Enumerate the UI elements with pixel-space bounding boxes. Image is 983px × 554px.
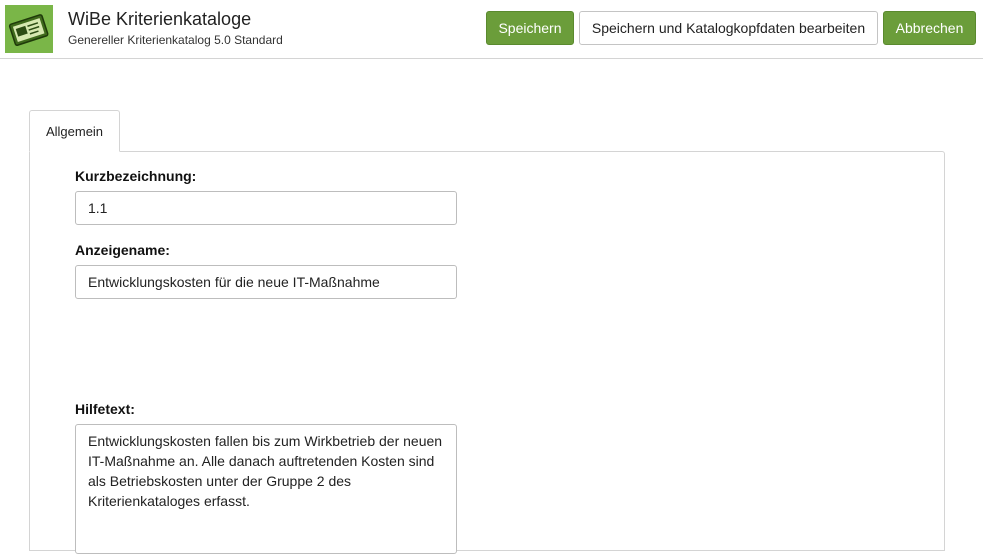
short-name-label: Kurzbezeichnung: [75,168,197,184]
catalog-subtitle: Genereller Kriterienkatalog 5.0 Standard [68,33,283,47]
save-and-edit-header-button[interactable]: Speichern und Katalogkopfdaten bearbeite… [579,11,878,45]
app-title: WiBe Kriterienkataloge [68,9,252,29]
help-text-label: Hilfetext: [75,401,135,417]
short-name-input[interactable] [75,191,457,225]
tab-label: Allgemein [45,123,104,139]
tab-allgemein[interactable]: Allgemein [29,110,120,152]
display-name-input[interactable] [75,265,457,299]
help-text-textarea[interactable]: Entwicklungskosten fallen bis zum Wirkbe… [75,424,457,554]
save-button[interactable]: Speichern [486,11,574,45]
catalog-logo-icon [5,5,53,53]
app-header: WiBe Kriterienkataloge Genereller Kriter… [0,0,983,59]
cancel-button[interactable]: Abbrechen [883,11,976,45]
display-name-label: Anzeigename: [75,242,170,258]
